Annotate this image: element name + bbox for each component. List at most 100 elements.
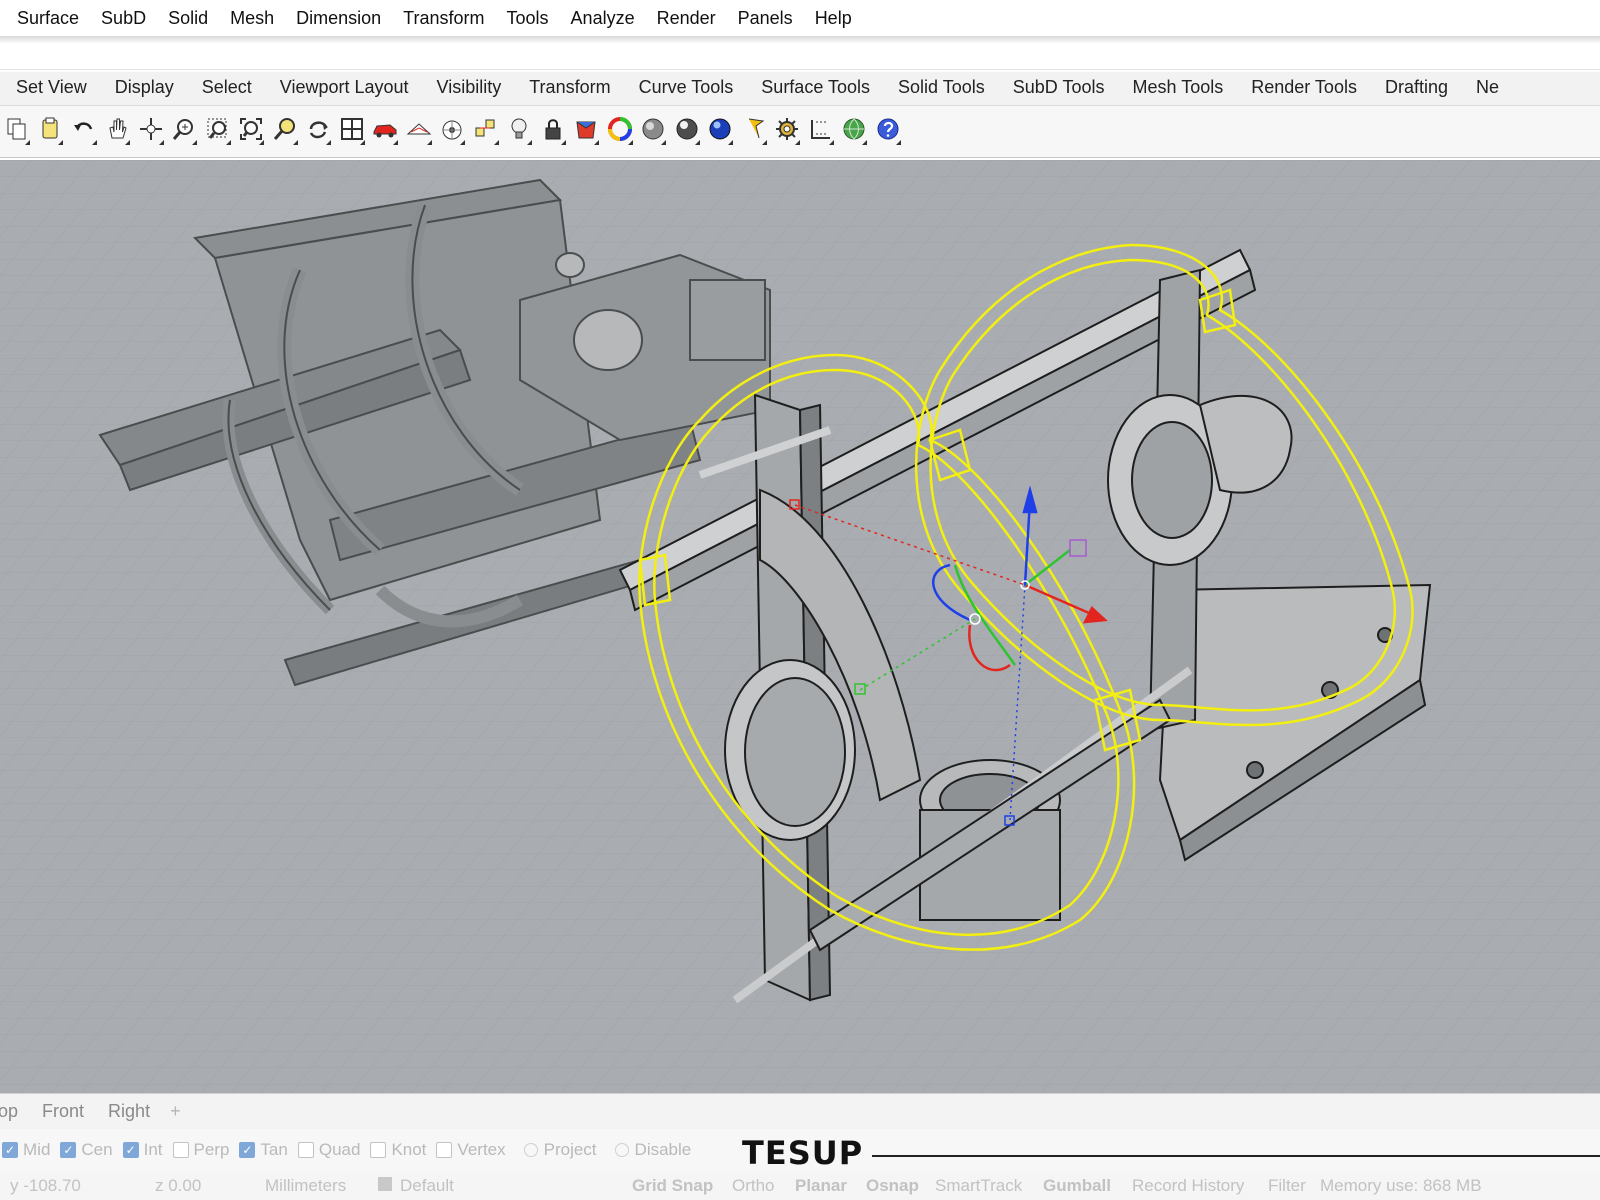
toolbar-tab[interactable]: SubD Tools <box>1001 74 1121 105</box>
car-button[interactable] <box>369 116 403 148</box>
material-button[interactable] <box>570 116 604 148</box>
toolbar-tab[interactable]: Display <box>103 74 190 105</box>
copy-button[interactable] <box>0 116 34 148</box>
osnap-option[interactable]: Project <box>516 1140 597 1160</box>
pan-hand-button[interactable] <box>101 116 135 148</box>
viewport-tab[interactable]: Front <box>30 1101 96 1122</box>
paste-button[interactable] <box>34 116 68 148</box>
globe-button[interactable] <box>838 116 872 148</box>
light-bulb-button[interactable] <box>503 116 537 148</box>
menu-item[interactable]: Dimension <box>285 0 392 36</box>
pan-hand-icon <box>104 116 130 147</box>
toolbar-tab[interactable]: Solid Tools <box>886 74 1001 105</box>
osnap-checkbox[interactable] <box>172 1142 189 1158</box>
osnap-checkbox[interactable]: ✓ <box>60 1142 77 1158</box>
help-button[interactable] <box>871 116 905 148</box>
layer-color-swatch <box>378 1177 392 1191</box>
osnap-vertex[interactable]: Vertex <box>436 1140 506 1160</box>
status-y-coordinate: y -108.70 <box>10 1175 81 1195</box>
toolbar-tab[interactable]: Set View <box>4 74 103 105</box>
toolbar-tab[interactable]: Visibility <box>425 74 518 105</box>
car-icon <box>372 116 398 147</box>
osnap-option[interactable]: Disable <box>607 1140 691 1160</box>
osnap-int[interactable]: ✓ Int <box>122 1140 163 1160</box>
osnap-checkbox[interactable]: ✓ <box>239 1142 256 1158</box>
move-view-button[interactable] <box>134 116 168 148</box>
status-filter[interactable]: Filter <box>1268 1176 1306 1196</box>
shaded-sphere-button[interactable] <box>637 116 671 148</box>
toolbar-tab[interactable]: Select <box>190 74 268 105</box>
flag-pin-button[interactable] <box>737 116 771 148</box>
command-input[interactable] <box>0 44 1600 69</box>
toolbar-tab[interactable]: Render Tools <box>1239 74 1373 105</box>
rotate-view-button[interactable] <box>302 116 336 148</box>
toolbar-tab[interactable]: Transform <box>517 74 626 105</box>
toolbar-tab[interactable]: Mesh Tools <box>1121 74 1240 105</box>
viewport-scene[interactable] <box>0 160 1600 1093</box>
osnap-checkbox[interactable]: ✓ <box>122 1142 139 1158</box>
zoom-selected-button[interactable] <box>268 116 302 148</box>
undo-button[interactable] <box>67 116 101 148</box>
osnap-perp[interactable]: Perp <box>172 1140 229 1160</box>
osnap-cen[interactable]: ✓ Cen <box>60 1140 113 1160</box>
toolbar-tab[interactable]: Viewport Layout <box>268 74 425 105</box>
osnap-option-toggle[interactable] <box>523 1143 538 1157</box>
menu-item[interactable]: Analyze <box>560 0 646 36</box>
osnap-checkbox[interactable] <box>297 1142 314 1158</box>
color-wheel-button[interactable] <box>603 116 637 148</box>
osnap-checkbox[interactable] <box>370 1142 387 1158</box>
status-record-history[interactable]: Record History <box>1132 1176 1244 1196</box>
status-osnap[interactable]: Osnap <box>866 1176 919 1196</box>
dimension-button[interactable] <box>804 116 838 148</box>
osnap-label: Int <box>143 1140 163 1159</box>
toolbar-tab[interactable]: Drafting <box>1373 74 1464 105</box>
add-viewport-tab-button[interactable]: + <box>162 1101 189 1122</box>
menu-item[interactable]: Tools <box>496 0 560 36</box>
lock-button[interactable] <box>536 116 570 148</box>
status-smarttrack[interactable]: SmartTrack <box>935 1176 1022 1196</box>
toolbar-tab[interactable]: Ne <box>1464 74 1515 105</box>
named-views-button[interactable] <box>402 116 436 148</box>
zoom-dynamic-button[interactable] <box>168 116 202 148</box>
status-units[interactable]: Millimeters <box>265 1176 346 1196</box>
menu-item[interactable]: Panels <box>727 0 804 36</box>
osnap-knot[interactable]: Knot <box>370 1140 426 1160</box>
material-icon <box>573 116 599 147</box>
menu-item[interactable]: Mesh <box>219 0 285 36</box>
status-layer[interactable]: Default <box>400 1176 454 1196</box>
menu-item[interactable]: Solid <box>157 0 219 36</box>
menu-item[interactable]: Render <box>646 0 727 36</box>
gear-button[interactable] <box>771 116 805 148</box>
osnap-option-label: Project <box>543 1140 597 1159</box>
menu-item[interactable]: Surface <box>6 0 90 36</box>
osnap-checkbox[interactable] <box>436 1142 453 1158</box>
menu-item[interactable]: Help <box>804 0 863 36</box>
perspective-viewport[interactable] <box>0 160 1600 1093</box>
cplane-button[interactable] <box>436 116 470 148</box>
zoom-extents-button[interactable] <box>235 116 269 148</box>
lock-icon <box>540 116 566 147</box>
osnap-button[interactable] <box>469 116 503 148</box>
viewport-tab[interactable]: op <box>0 1101 30 1122</box>
status-gumball[interactable]: Gumball <box>1043 1176 1111 1196</box>
menu-item[interactable]: Transform <box>392 0 495 36</box>
osnap-quad[interactable]: Quad <box>297 1140 360 1160</box>
osnap-tan[interactable]: ✓ Tan <box>239 1140 288 1160</box>
zoom-window-button[interactable] <box>201 116 235 148</box>
brand-divider-line <box>872 1155 1600 1157</box>
status-ortho[interactable]: Ortho <box>732 1176 775 1196</box>
osnap-checkbox[interactable]: ✓ <box>2 1142 18 1158</box>
status-planar[interactable]: Planar <box>795 1176 847 1196</box>
rendered-sphere-button[interactable] <box>670 116 704 148</box>
status-grid-snap[interactable]: Grid Snap <box>632 1176 713 1196</box>
toolbar-tab[interactable]: Surface Tools <box>749 74 886 105</box>
osnap-option-toggle[interactable] <box>614 1143 629 1157</box>
osnap-label: Vertex <box>457 1140 506 1159</box>
osnap-mid[interactable]: ✓ Mid <box>2 1140 50 1160</box>
viewport-tab[interactable]: Right <box>96 1101 162 1122</box>
render-sphere-button[interactable] <box>704 116 738 148</box>
shaded-sphere-icon <box>640 116 666 147</box>
menu-item[interactable]: SubD <box>90 0 157 36</box>
toolbar-tab[interactable]: Curve Tools <box>627 74 750 105</box>
four-viewports-button[interactable] <box>335 116 369 148</box>
